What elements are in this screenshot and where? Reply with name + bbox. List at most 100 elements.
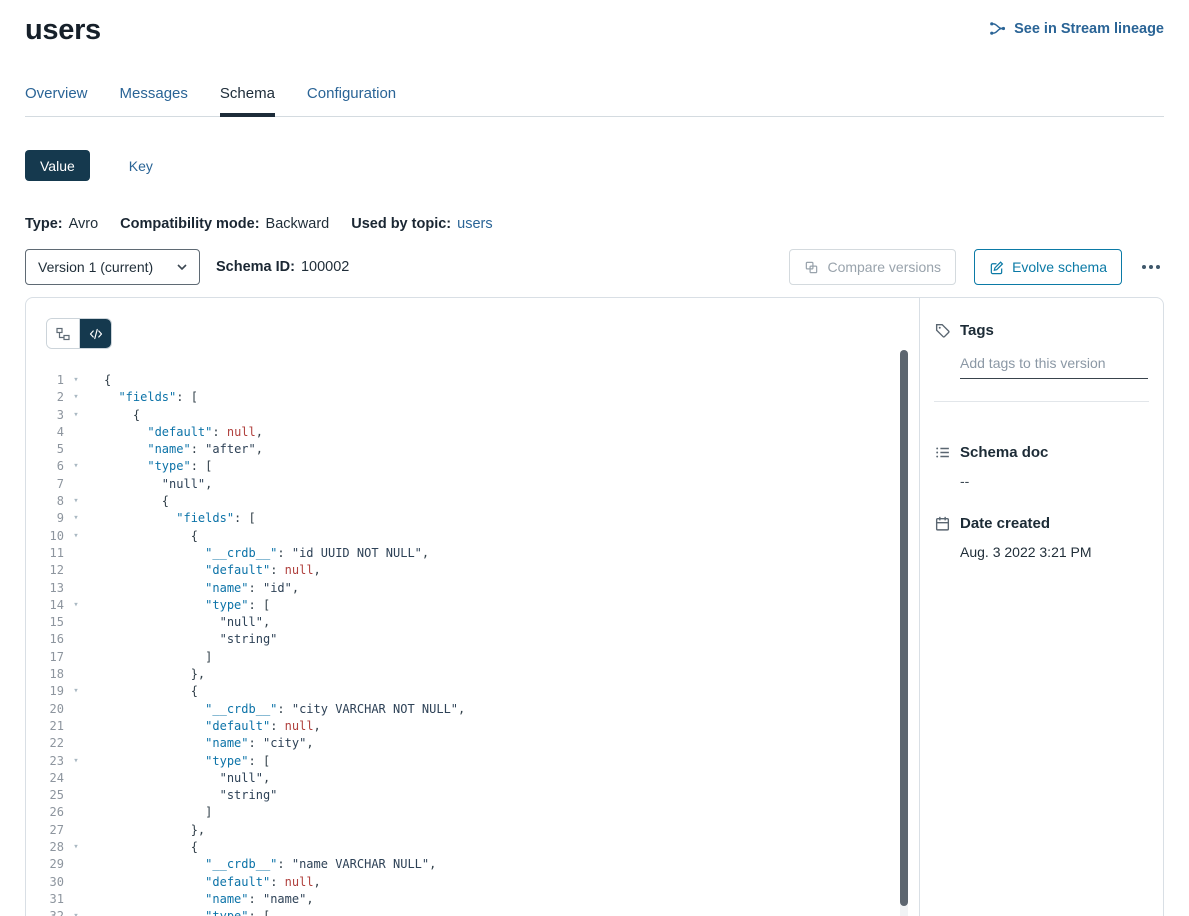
fold-arrow-icon[interactable]: ▾	[64, 597, 88, 614]
code-line[interactable]: 13 "name": "id",	[26, 580, 919, 597]
code-line[interactable]: 6▾ "type": [	[26, 458, 919, 475]
code-line[interactable]: 29 "__crdb__": "name VARCHAR NULL",	[26, 856, 919, 873]
compare-versions-icon	[804, 260, 819, 275]
line-number: 2	[26, 389, 64, 406]
code-text: {	[88, 372, 111, 389]
code-line[interactable]: 15 "null",	[26, 614, 919, 631]
gutter-spacer	[64, 822, 88, 839]
editor-scrollbar[interactable]	[900, 350, 908, 916]
code-line[interactable]: 12 "default": null,	[26, 562, 919, 579]
code-text: "type": [	[88, 753, 270, 770]
tab-bar: Overview Messages Schema Configuration	[25, 76, 1164, 117]
code-line[interactable]: 28▾ {	[26, 839, 919, 856]
code-lines[interactable]: 1▾{2▾ "fields": [3▾ {4 "default": null,5…	[26, 372, 919, 916]
code-line[interactable]: 19▾ {	[26, 683, 919, 700]
code-line[interactable]: 22 "name": "city",	[26, 735, 919, 752]
gutter-spacer	[64, 666, 88, 683]
page-header: users See in Stream lineage	[0, 0, 1189, 48]
sidebar-divider	[934, 401, 1149, 402]
schema-doc-heading-row: Schema doc	[934, 444, 1149, 461]
fold-arrow-icon[interactable]: ▾	[64, 839, 88, 856]
evolve-schema-button[interactable]: Evolve schema	[974, 249, 1122, 285]
code-line[interactable]: 9▾ "fields": [	[26, 510, 919, 527]
lineage-link-label: See in Stream lineage	[1014, 21, 1164, 37]
line-number: 17	[26, 649, 64, 666]
code-view-button[interactable]	[79, 319, 111, 348]
code-line[interactable]: 30 "default": null,	[26, 874, 919, 891]
fold-arrow-icon[interactable]: ▾	[64, 908, 88, 916]
tab-messages[interactable]: Messages	[120, 76, 188, 116]
code-text: "name": "after",	[88, 441, 263, 458]
code-line[interactable]: 26 ]	[26, 804, 919, 821]
fold-arrow-icon[interactable]: ▾	[64, 510, 88, 527]
line-number: 1	[26, 372, 64, 389]
code-text: },	[88, 666, 205, 683]
fold-arrow-icon[interactable]: ▾	[64, 407, 88, 424]
sidebar-section-date-created: Date created Aug. 3 2022 3:21 PM	[934, 515, 1149, 560]
code-line[interactable]: 25 "string"	[26, 787, 919, 804]
code-line[interactable]: 24 "null",	[26, 770, 919, 787]
fold-arrow-icon[interactable]: ▾	[64, 753, 88, 770]
code-line[interactable]: 20 "__crdb__": "city VARCHAR NOT NULL",	[26, 701, 919, 718]
tab-schema[interactable]: Schema	[220, 76, 275, 116]
code-line[interactable]: 16 "string"	[26, 631, 919, 648]
chevron-down-icon	[177, 264, 187, 270]
line-number: 11	[26, 545, 64, 562]
code-line[interactable]: 8▾ {	[26, 493, 919, 510]
type-value: Avro	[69, 216, 99, 232]
gutter-spacer	[64, 787, 88, 804]
fold-arrow-icon[interactable]: ▾	[64, 372, 88, 389]
fold-arrow-icon[interactable]: ▾	[64, 493, 88, 510]
tab-configuration[interactable]: Configuration	[307, 76, 396, 116]
code-line[interactable]: 1▾{	[26, 372, 919, 389]
topic-schema-page: users See in Stream lineage Overview Mes…	[0, 0, 1189, 916]
tags-heading-row: Tags	[934, 322, 1149, 339]
tab-overview[interactable]: Overview	[25, 76, 88, 116]
code-text: {	[88, 528, 198, 545]
code-text: ]	[88, 804, 212, 821]
schema-meta-row: Type: Avro Compatibility mode: Backward …	[25, 216, 1164, 232]
code-line[interactable]: 21 "default": null,	[26, 718, 919, 735]
topic-link[interactable]: users	[457, 216, 492, 232]
code-line[interactable]: 4 "default": null,	[26, 424, 919, 441]
code-line[interactable]: 2▾ "fields": [	[26, 389, 919, 406]
tree-view-button[interactable]	[47, 319, 79, 348]
fold-arrow-icon[interactable]: ▾	[64, 683, 88, 700]
schema-editor-panel: 1▾{2▾ "fields": [3▾ {4 "default": null,5…	[26, 298, 919, 916]
gutter-spacer	[64, 856, 88, 873]
line-number: 29	[26, 856, 64, 873]
date-created-heading: Date created	[960, 515, 1050, 532]
value-toggle-button[interactable]: Value	[25, 150, 90, 181]
code-line[interactable]: 17 ]	[26, 649, 919, 666]
code-line[interactable]: 18 },	[26, 666, 919, 683]
code-line[interactable]: 23▾ "type": [	[26, 753, 919, 770]
used-by-topic-label: Used by topic:	[351, 216, 451, 232]
fold-arrow-icon[interactable]: ▾	[64, 389, 88, 406]
schema-card: 1▾{2▾ "fields": [3▾ {4 "default": null,5…	[25, 297, 1164, 916]
code-line[interactable]: 10▾ {	[26, 528, 919, 545]
code-line[interactable]: 11 "__crdb__": "id UUID NOT NULL",	[26, 545, 919, 562]
version-select-value: Version 1 (current)	[38, 259, 153, 275]
code-text: {	[88, 683, 198, 700]
fold-arrow-icon[interactable]: ▾	[64, 528, 88, 545]
code-line[interactable]: 14▾ "type": [	[26, 597, 919, 614]
compare-versions-button[interactable]: Compare versions	[789, 249, 956, 285]
line-number: 8	[26, 493, 64, 510]
code-line[interactable]: 31 "name": "name",	[26, 891, 919, 908]
version-select[interactable]: Version 1 (current)	[25, 249, 200, 285]
code-line[interactable]: 7 "null",	[26, 476, 919, 493]
line-number: 13	[26, 580, 64, 597]
code-line[interactable]: 32▾ "type": [	[26, 908, 919, 916]
line-number: 27	[26, 822, 64, 839]
code-line[interactable]: 5 "name": "after",	[26, 441, 919, 458]
stream-lineage-link[interactable]: See in Stream lineage	[989, 20, 1164, 37]
gutter-spacer	[64, 735, 88, 752]
more-options-button[interactable]	[1138, 259, 1164, 275]
scrollbar-thumb[interactable]	[900, 350, 908, 906]
code-line[interactable]: 27 },	[26, 822, 919, 839]
add-tags-input[interactable]	[960, 353, 1148, 379]
gutter-spacer	[64, 874, 88, 891]
key-toggle-button[interactable]: Key	[114, 150, 168, 181]
code-line[interactable]: 3▾ {	[26, 407, 919, 424]
fold-arrow-icon[interactable]: ▾	[64, 458, 88, 475]
